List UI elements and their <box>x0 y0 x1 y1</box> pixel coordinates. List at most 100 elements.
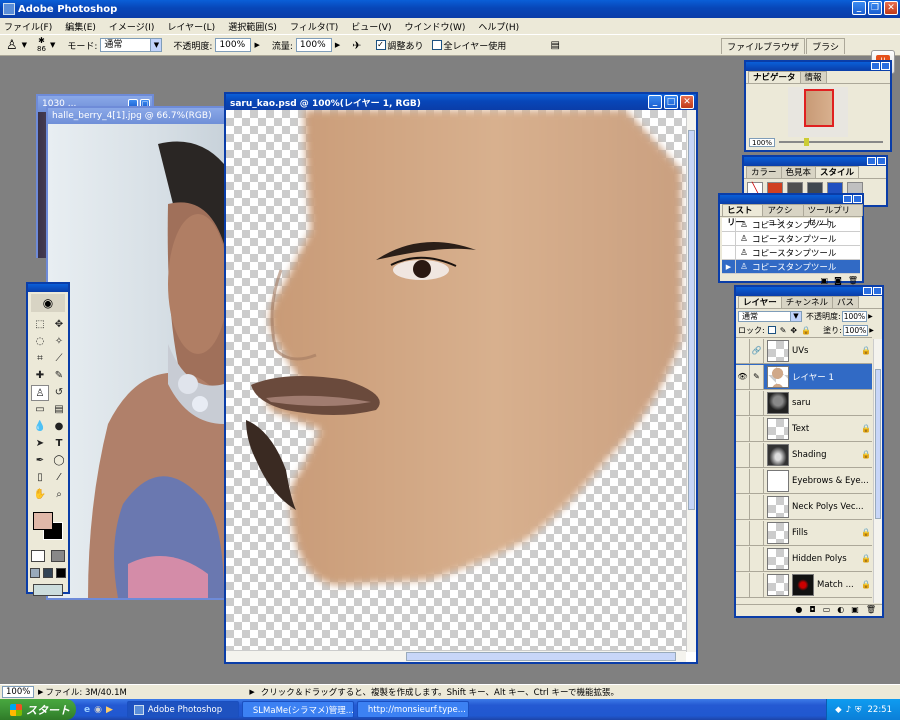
screen-mode-menu-icon[interactable] <box>42 568 53 578</box>
move-tool-icon[interactable]: ✥ <box>50 317 68 333</box>
fill-slider-icon[interactable]: ▶ <box>869 327 874 334</box>
tab-actions[interactable]: アクション <box>762 204 804 228</box>
standard-mode-icon[interactable] <box>31 550 45 562</box>
magic-wand-tool-icon[interactable]: ✧ <box>50 334 68 350</box>
tray-icon-volume[interactable]: ♪ <box>846 705 851 715</box>
jump-to-imageready-icon[interactable] <box>33 584 63 596</box>
type-tool-icon[interactable]: T <box>50 436 68 452</box>
tab-channels[interactable]: チャンネル <box>780 296 833 308</box>
vertical-scroll-thumb[interactable] <box>688 130 695 510</box>
flow-input[interactable]: 100% <box>295 38 332 52</box>
toolbox-titlebar[interactable] <box>28 284 68 292</box>
layer-row[interactable]: Neck Polys Vec... <box>736 494 872 520</box>
taskbar-item-photoshop[interactable]: Adobe Photoshop <box>126 701 239 718</box>
menu-select[interactable]: 選択範囲(S) <box>228 20 277 33</box>
menu-window[interactable]: ウインドウ(W) <box>404 20 465 33</box>
link-toggle[interactable] <box>750 546 764 571</box>
main-close-button[interactable]: ✕ <box>680 95 694 109</box>
dodge-tool-icon[interactable]: ● <box>50 419 68 435</box>
layer-row[interactable]: Eyebrows & Eye... <box>736 468 872 494</box>
history-item[interactable]: ♙ コピースタンプツール <box>722 217 860 232</box>
status-file-info-icon[interactable]: ▶ <box>38 688 43 696</box>
visibility-toggle[interactable] <box>736 338 750 363</box>
airbrush-icon[interactable]: ✈ <box>352 39 361 52</box>
tab-brushes[interactable]: ブラシ <box>806 38 845 54</box>
link-toggle[interactable]: 🔗 <box>750 338 764 363</box>
main-minimize-button[interactable]: _ <box>648 95 662 109</box>
restore-button[interactable]: ❐ <box>868 1 882 15</box>
quicktime-icon[interactable]: ◉ <box>94 705 102 715</box>
tray-icon-network[interactable]: ◆ <box>835 705 842 715</box>
blend-mode-select[interactable]: 通常 ▼ <box>738 310 802 322</box>
close-button[interactable]: ✕ <box>884 1 898 15</box>
lock-all-icon[interactable]: 🔒 <box>801 326 811 335</box>
eraser-tool-icon[interactable]: ▭ <box>31 402 49 418</box>
link-toggle[interactable] <box>750 468 764 493</box>
navigator-preview[interactable] <box>788 87 848 137</box>
new-layer-icon[interactable]: ▣ <box>851 605 859 616</box>
layers-titlebar[interactable] <box>736 287 882 296</box>
brush-dropdown-icon[interactable]: ▼ <box>50 41 55 49</box>
layer-opacity-input[interactable]: 100% <box>841 310 868 322</box>
paintbrush-icon[interactable]: ✎ <box>750 364 764 389</box>
color-titlebar[interactable] <box>744 157 886 166</box>
notes-tool-icon[interactable]: ▯ <box>31 470 49 486</box>
menu-layer[interactable]: レイヤー(L) <box>167 20 215 33</box>
visibility-toggle[interactable] <box>736 416 750 441</box>
main-vertical-scrollbar[interactable] <box>686 110 696 652</box>
document-window-main[interactable]: saru_kao.psd @ 100%(レイヤー 1, RGB) _ □ ✕ <box>224 92 698 664</box>
tab-navigator[interactable]: ナビゲータ <box>748 71 801 83</box>
eyedropper-tool-icon[interactable]: ⁄ <box>50 470 68 486</box>
pen-tool-icon[interactable]: ✒ <box>31 453 49 469</box>
mode-select[interactable]: 通常 ▼ <box>100 38 163 52</box>
snapshot-icon[interactable]: ◙ <box>834 276 842 285</box>
visibility-toggle[interactable] <box>736 468 750 493</box>
delete-layer-icon[interactable]: 🗑 <box>866 605 876 616</box>
layer-row[interactable]: Hidden Polys 🔒 <box>736 546 872 572</box>
layer-row[interactable]: Text 🔒 <box>736 416 872 442</box>
opacity-input[interactable]: 100% <box>215 38 252 52</box>
adobe-online-icon[interactable]: ◉ <box>31 294 65 312</box>
marquee-tool-icon[interactable]: ⬚ <box>31 317 49 333</box>
add-mask-icon[interactable]: ◘ <box>809 605 815 616</box>
link-toggle[interactable] <box>750 390 764 415</box>
all-layers-checkbox[interactable] <box>431 40 442 50</box>
history-delete-icon[interactable]: 🗑 <box>848 276 858 285</box>
media-player-icon[interactable]: ▶ <box>106 705 113 715</box>
path-selection-tool-icon[interactable]: ➤ <box>31 436 49 452</box>
quick-mask-mode-icon[interactable] <box>51 550 65 562</box>
lock-pixels-icon[interactable]: ✎ <box>780 326 787 335</box>
history-item-current[interactable]: ▶ ♙ コピースタンプツール <box>722 259 860 274</box>
clone-stamp-tool-icon[interactable]: ♙ <box>31 385 49 401</box>
adjustment-layer-icon[interactable]: ◐ <box>837 605 844 616</box>
layer-row[interactable]: 🔗 UVs 🔒 <box>736 338 872 364</box>
navigator-zoom-field[interactable]: 100% <box>749 137 776 147</box>
menu-file[interactable]: ファイル(F) <box>4 20 52 33</box>
link-toggle[interactable] <box>750 520 764 545</box>
layer-style-icon[interactable]: ● <box>795 605 802 616</box>
ie-icon[interactable]: e <box>84 705 90 715</box>
menu-view[interactable]: ビュー(V) <box>351 20 391 33</box>
tab-layers[interactable]: レイヤー <box>738 296 782 308</box>
main-maximize-button[interactable]: □ <box>664 95 678 109</box>
layers-scroll-thumb[interactable] <box>875 369 881 519</box>
taskbar-item-browser-1[interactable]: SLMaMe(シラマメ)管理... <box>241 701 354 718</box>
layer-row-selected[interactable]: 👁 ✎ レイヤー 1 <box>736 364 872 390</box>
new-set-icon[interactable]: ▭ <box>823 605 831 616</box>
halle-photo-canvas[interactable] <box>48 124 224 598</box>
menu-filter[interactable]: フィルタ(T) <box>290 20 338 33</box>
visibility-toggle[interactable] <box>736 546 750 571</box>
minimize-button[interactable]: _ <box>852 1 866 15</box>
lock-transparency-checkbox[interactable] <box>767 326 776 334</box>
layer-row[interactable]: Match ... 🔒 <box>736 572 872 598</box>
history-item[interactable]: ♙ コピースタンプツール <box>722 231 860 246</box>
document-window-halle[interactable]: halle_berry_4[1].jpg @ 66.7%(RGB) <box>46 106 226 600</box>
status-zoom-field[interactable]: 100% <box>2 686 34 698</box>
eye-icon[interactable]: 👁 <box>736 364 750 389</box>
tab-history[interactable]: ヒストリー <box>722 204 764 228</box>
aligned-checkbox[interactable]: ✓ <box>375 40 386 50</box>
screen-mode-standard-icon[interactable] <box>29 568 40 578</box>
brush-tool-icon[interactable]: ✎ <box>50 368 68 384</box>
layer-row[interactable]: Fills 🔒 <box>736 520 872 546</box>
horizontal-scroll-thumb[interactable] <box>406 652 676 661</box>
